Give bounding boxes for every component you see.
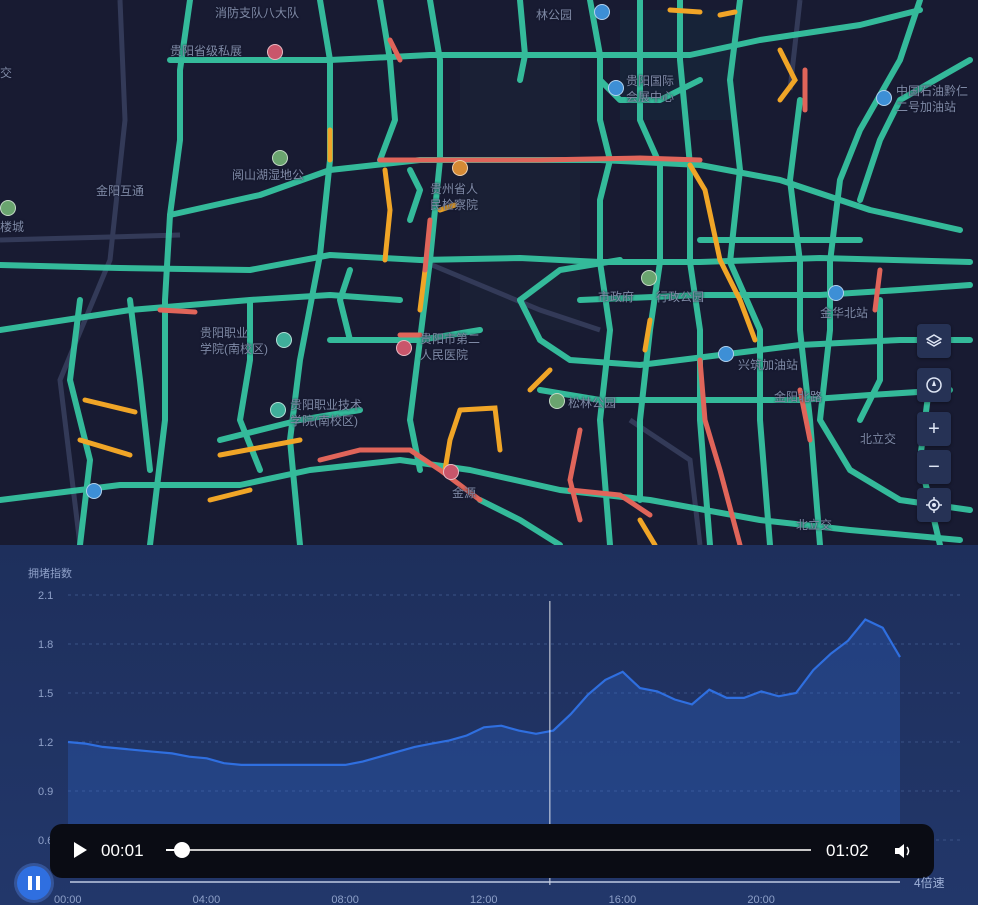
map-label: 北立交 [860, 432, 897, 446]
map-label: 贵阳市第二 [420, 332, 481, 346]
hospital-icon[interactable] [396, 340, 412, 356]
landmark-icon[interactable] [267, 44, 283, 60]
pause-button[interactable] [17, 866, 51, 900]
compass-icon [926, 377, 942, 393]
fuel-icon[interactable] [718, 346, 734, 362]
pause-icon [36, 876, 40, 890]
zoom-in-button[interactable]: + [917, 412, 951, 446]
video-controls: 00:01 01:02 [50, 824, 934, 878]
park-icon[interactable] [641, 270, 657, 286]
y-tick-label: 1.8 [38, 639, 53, 651]
park-icon[interactable] [272, 150, 288, 166]
map-label: 学院(南校区) [290, 414, 358, 428]
locate-icon [926, 497, 942, 513]
road-network [0, 0, 973, 545]
landmark-icon[interactable] [452, 160, 468, 176]
map-label: 学院(南校区) [200, 342, 268, 356]
map-label: 金华北站 [820, 306, 869, 320]
map-label: 金源 [452, 486, 477, 500]
map-label: 民检察院 [430, 198, 479, 212]
video-progress-thumb[interactable] [174, 842, 191, 858]
compass-button[interactable] [917, 368, 951, 402]
x-tick-label: 16:00 [609, 894, 637, 905]
map-label: 贵阳职业 [200, 326, 249, 340]
locate-button[interactable] [917, 488, 951, 522]
volume-icon[interactable] [893, 842, 913, 860]
layers-icon [926, 334, 942, 347]
map-label: 楼城 [0, 220, 25, 234]
map-label: 兴筑加油站 [738, 358, 799, 372]
map-label: 会展中心 [626, 90, 675, 104]
metro-icon[interactable] [86, 483, 102, 499]
map-label: 中国石油黔仁 [896, 84, 969, 98]
map-label: 北立交 [796, 518, 833, 532]
map-label: 人民医院 [420, 348, 469, 362]
landmark-icon[interactable] [443, 464, 459, 480]
map-label: 市政府 [598, 290, 635, 304]
map-label: 消防支队八大队 [215, 6, 300, 20]
map-label: 贵州省人 [430, 182, 479, 196]
app-frame: 消防支队八大队 林公园 贵阳省级私展 中国石油黔仁 二号加油站 贵阳国际 会展中… [0, 0, 978, 905]
y-tick-label: 1.2 [38, 737, 53, 749]
pause-icon [28, 876, 32, 890]
y-tick-label: 1.5 [38, 688, 53, 700]
school-icon[interactable] [270, 402, 286, 418]
x-tick-label: 12:00 [470, 894, 498, 905]
y-tick-label: 0.9 [38, 786, 53, 798]
map-label: 金阳互通 [96, 184, 145, 198]
duration: 01:02 [826, 841, 869, 860]
map-label: 贵阳省级私展 [170, 44, 243, 58]
play-icon[interactable] [74, 842, 87, 858]
map-label: 松林公园 [568, 396, 617, 410]
park-icon[interactable] [0, 200, 16, 216]
map-label: 交 [0, 66, 13, 80]
current-time: 00:01 [101, 841, 144, 860]
school-icon[interactable] [276, 332, 292, 348]
video-progress-track[interactable] [166, 842, 811, 858]
x-tick-label: 20:00 [747, 894, 775, 905]
chart-title: 拥堵指数 [28, 566, 72, 580]
map-label: 贵阳国际 [626, 74, 675, 88]
poi-icon[interactable] [608, 80, 624, 96]
y-tick-label: 2.1 [38, 590, 53, 602]
x-tick-label: 00:00 [54, 894, 82, 905]
traffic-map[interactable]: 消防支队八大队 林公园 贵阳省级私展 中国石油黔仁 二号加油站 贵阳国际 会展中… [0, 0, 978, 545]
map-label: 二号加油站 [896, 100, 957, 114]
map-label: 贵阳职业技术 [290, 398, 363, 412]
map-label: 林公园 [536, 8, 573, 22]
map-label: 阅山湖湿地公 [232, 168, 305, 182]
poi-icon[interactable] [594, 4, 610, 20]
page-edge [978, 0, 984, 905]
congestion-area [68, 619, 900, 840]
layers-button[interactable] [917, 324, 951, 358]
park-icon[interactable] [549, 393, 565, 409]
map-label: 金阳北路 [774, 390, 823, 404]
x-tick-label: 04:00 [193, 894, 221, 905]
playback-speed[interactable]: 4倍速 [914, 874, 945, 891]
fuel-icon[interactable] [876, 90, 892, 106]
zoom-out-button[interactable]: − [917, 450, 951, 484]
poi-icon[interactable] [828, 285, 844, 301]
map-label: 行政公园 [656, 290, 705, 304]
x-tick-label: 08:00 [331, 894, 359, 905]
